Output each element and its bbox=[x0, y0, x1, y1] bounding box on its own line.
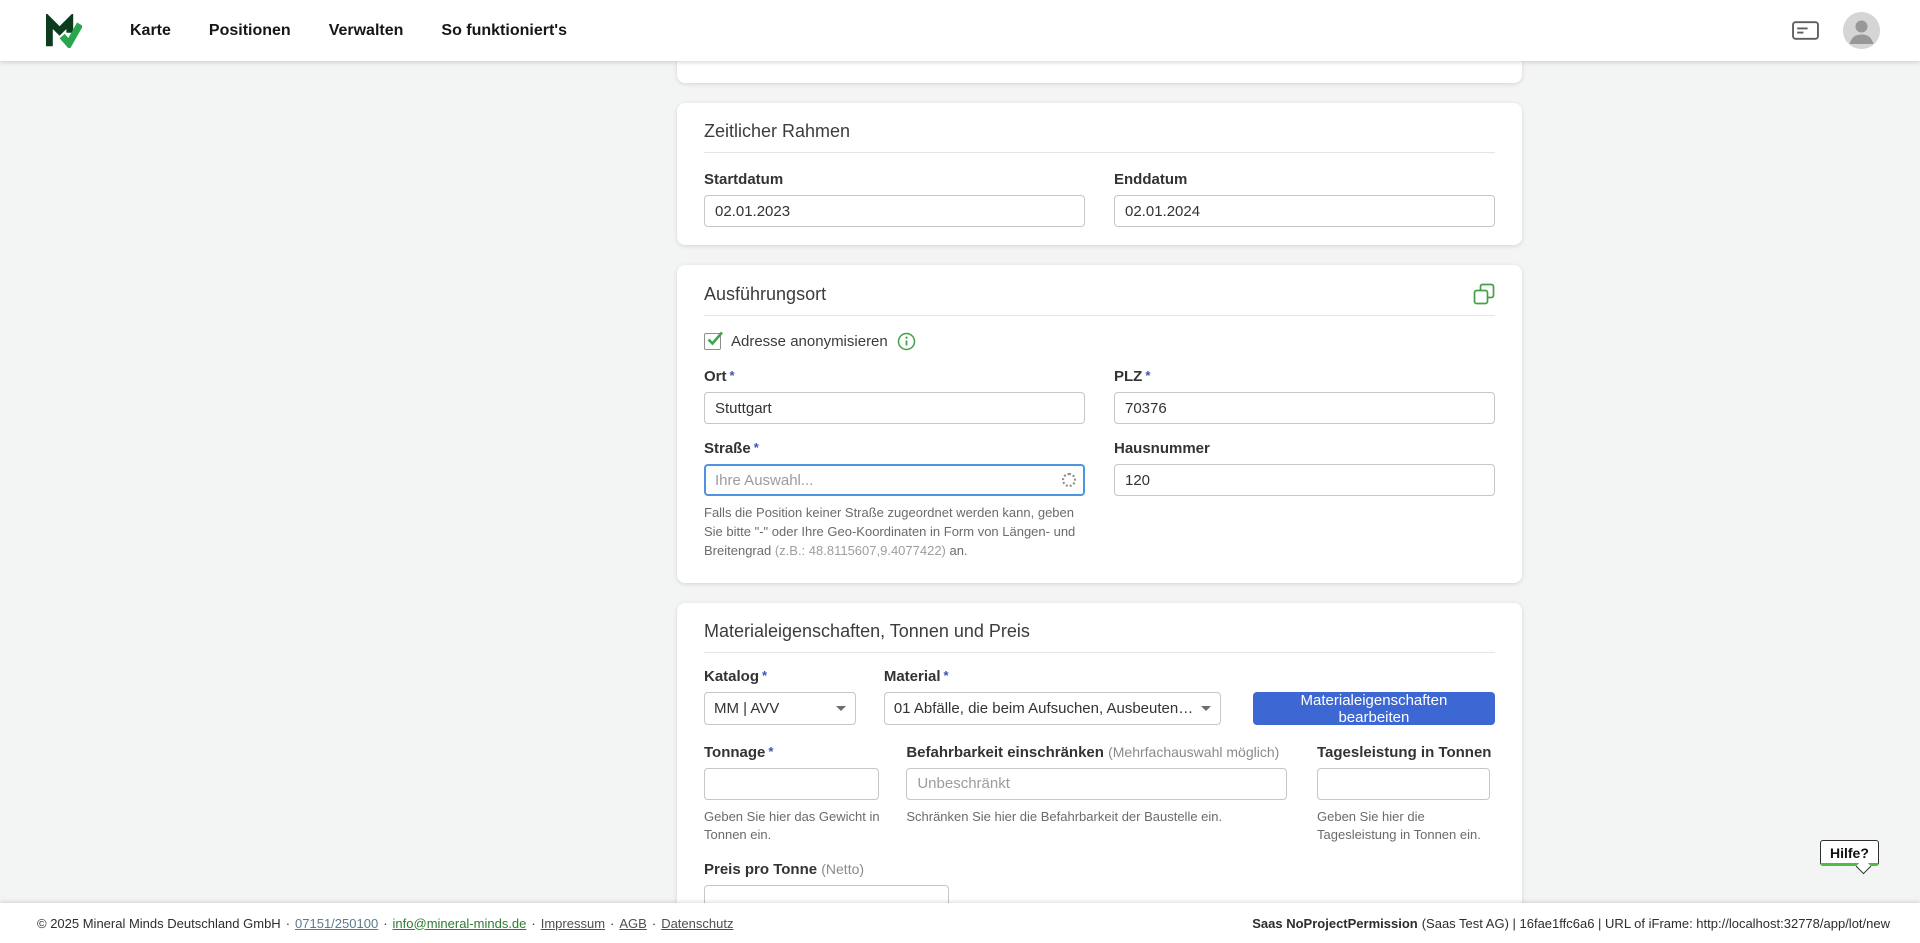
befahrbarkeit-hint: Schränken Sie hier die Befahrbarkeit der… bbox=[906, 808, 1317, 827]
footer-env-bold: Saas NoProjectPermission bbox=[1252, 916, 1417, 931]
plz-label: PLZ bbox=[1114, 368, 1142, 385]
page-content: Zeitlicher Rahmen Startdatum Enddatum Au… bbox=[0, 0, 1920, 935]
trafficability-input[interactable] bbox=[906, 768, 1287, 800]
user-avatar[interactable] bbox=[1843, 12, 1880, 49]
tonnage-label: Tonnage bbox=[704, 744, 765, 761]
footer-separator: · bbox=[610, 916, 614, 931]
chevron-down-icon bbox=[1201, 706, 1211, 711]
street-hint: Falls die Position keiner Straße zugeord… bbox=[704, 504, 1085, 561]
footer-separator: · bbox=[531, 916, 535, 931]
strasse-label: Straße bbox=[704, 440, 751, 457]
befahrbarkeit-label: Befahrbarkeit einschränken bbox=[906, 744, 1104, 761]
city-input[interactable] bbox=[704, 392, 1085, 424]
check-icon bbox=[706, 330, 724, 348]
required-marker: * bbox=[730, 368, 735, 383]
housenumber-input[interactable] bbox=[1114, 464, 1495, 496]
required-marker: * bbox=[768, 744, 773, 759]
footer-left: © 2025 Mineral Minds Deutschland GmbH · … bbox=[37, 916, 733, 931]
required-marker: * bbox=[1145, 368, 1150, 383]
payment-card-icon[interactable] bbox=[1792, 20, 1819, 41]
katalog-label: Katalog bbox=[704, 668, 759, 685]
material-select[interactable]: 01 Abfälle, die beim Aufsuchen, Ausbeute… bbox=[884, 692, 1221, 725]
anonymize-checkbox-row: Adresse anonymisieren bbox=[704, 332, 1495, 351]
daily-output-input[interactable] bbox=[1317, 768, 1490, 800]
form-column: Zeitlicher Rahmen Startdatum Enddatum Au… bbox=[677, 61, 1522, 935]
divider bbox=[704, 315, 1495, 316]
card-title-location: Ausführungsort bbox=[704, 284, 826, 305]
card-title-timeframe: Zeitlicher Rahmen bbox=[704, 121, 850, 142]
anonymize-checkbox[interactable] bbox=[704, 333, 721, 350]
tagesleistung-label: Tagesleistung in Tonnen bbox=[1317, 744, 1491, 761]
footer-separator: · bbox=[286, 916, 290, 931]
ort-label: Ort bbox=[704, 368, 727, 385]
nav-item-karte[interactable]: Karte bbox=[130, 22, 171, 40]
hausnummer-label: Hausnummer bbox=[1114, 440, 1210, 457]
loading-spinner-icon bbox=[1062, 473, 1076, 487]
preis-label-suffix: (Netto) bbox=[821, 861, 864, 877]
footer-separator: · bbox=[652, 916, 656, 931]
chevron-down-icon bbox=[836, 706, 846, 711]
tonnage-input[interactable] bbox=[704, 768, 879, 800]
katalog-select[interactable]: MM | AVV bbox=[704, 692, 856, 725]
divider bbox=[704, 652, 1495, 653]
edit-material-button[interactable]: Materialeigenschaften bearbeiten bbox=[1253, 692, 1495, 725]
street-input[interactable] bbox=[704, 464, 1085, 496]
required-marker: * bbox=[944, 668, 949, 683]
footer-email-link[interactable]: info@mineral-minds.de bbox=[393, 916, 527, 931]
info-icon[interactable] bbox=[897, 332, 916, 351]
card-material: Materialeigenschaften, Tonnen und Preis … bbox=[677, 603, 1522, 936]
nav-item-positionen[interactable]: Positionen bbox=[209, 22, 291, 40]
logo-icon bbox=[44, 14, 82, 48]
card-title-material: Materialeigenschaften, Tonnen und Preis bbox=[704, 621, 1030, 642]
preis-label: Preis pro Tonne bbox=[704, 861, 817, 878]
startdatum-input[interactable] bbox=[704, 195, 1085, 227]
main-nav: Karte Positionen Verwalten So funktionie… bbox=[130, 22, 567, 40]
nav-item-so-funktionierts[interactable]: So funktioniert's bbox=[441, 22, 567, 40]
help-button[interactable]: Hilfe? bbox=[1820, 840, 1879, 866]
enddatum-input[interactable] bbox=[1114, 195, 1495, 227]
material-label: Material bbox=[884, 668, 941, 685]
startdatum-label: Startdatum bbox=[704, 171, 1085, 188]
anonymize-label: Adresse anonymisieren bbox=[731, 333, 888, 350]
footer-phone-link[interactable]: 07151/250100 bbox=[295, 916, 378, 931]
top-navbar: Karte Positionen Verwalten So funktionie… bbox=[0, 0, 1920, 61]
enddatum-label: Enddatum bbox=[1114, 171, 1495, 188]
footer-link-impressum[interactable]: Impressum bbox=[541, 916, 605, 931]
footer-env-info: Saas NoProjectPermission (Saas Test AG) … bbox=[1252, 916, 1890, 931]
footer-link-datenschutz[interactable]: Datenschutz bbox=[661, 916, 733, 931]
tonnage-hint: Geben Sie hier das Gewicht in Tonnen ein… bbox=[704, 808, 894, 846]
footer-copyright: © 2025 Mineral Minds Deutschland GmbH bbox=[37, 916, 281, 931]
duplicate-icon[interactable] bbox=[1473, 283, 1495, 305]
required-marker: * bbox=[762, 668, 767, 683]
footer: © 2025 Mineral Minds Deutschland GmbH · … bbox=[0, 903, 1920, 943]
footer-env-rest: (Saas Test AG) | 16fae1ffc6a6 | URL of i… bbox=[1422, 916, 1890, 931]
nav-item-verwalten[interactable]: Verwalten bbox=[329, 22, 404, 40]
tagesleistung-hint: Geben Sie hier die Tagesleistung in Tonn… bbox=[1317, 808, 1495, 846]
divider bbox=[704, 152, 1495, 153]
postcode-input[interactable] bbox=[1114, 392, 1495, 424]
required-marker: * bbox=[754, 440, 759, 455]
footer-link-agb[interactable]: AGB bbox=[619, 916, 646, 931]
footer-separator: · bbox=[383, 916, 387, 931]
befahrbarkeit-label-suffix: (Mehrfachauswahl möglich) bbox=[1108, 744, 1279, 760]
card-partial-top bbox=[677, 61, 1522, 83]
card-timeframe: Zeitlicher Rahmen Startdatum Enddatum bbox=[677, 103, 1522, 245]
card-location: Ausführungsort Adresse anonymisieren bbox=[677, 265, 1522, 583]
brand-logo[interactable] bbox=[44, 14, 82, 48]
person-icon bbox=[1843, 12, 1880, 49]
navbar-right bbox=[1792, 12, 1880, 49]
